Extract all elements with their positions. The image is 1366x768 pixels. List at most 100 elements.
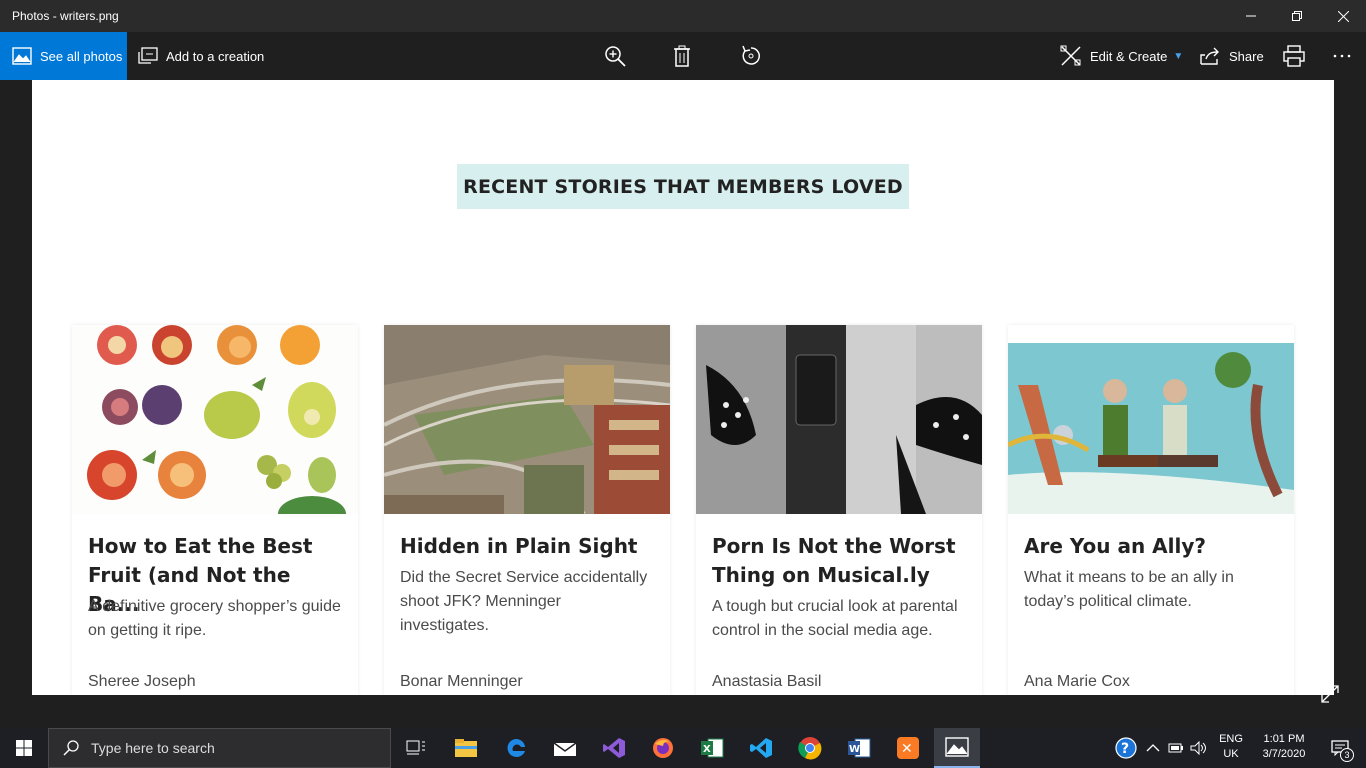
aerial-city-photo xyxy=(384,325,670,514)
taskbar-search-box[interactable]: Type here to search xyxy=(48,728,391,768)
window-title: Photos - writers.png xyxy=(12,9,119,23)
trash-icon xyxy=(674,45,690,67)
story-card: How to Eat the Best Fruit (and Not the B… xyxy=(72,325,358,695)
taskbar-vscode[interactable] xyxy=(738,728,784,768)
share-label: Share xyxy=(1229,48,1264,64)
add-creation-icon xyxy=(138,47,158,64)
clock-date: 3/7/2020 xyxy=(1262,748,1306,760)
taskbar-firefox[interactable] xyxy=(640,728,686,768)
rotate-button[interactable] xyxy=(738,44,764,68)
svg-text:✕: ✕ xyxy=(901,741,913,757)
photos-app-icon xyxy=(945,737,969,757)
minimize-icon xyxy=(1246,15,1256,17)
taskbar: Type here to search X W ✕ ? ENG UK 1:01 … xyxy=(0,728,1366,768)
battery-icon[interactable] xyxy=(1168,742,1184,754)
story-card: Hidden in Plain Sight Did the Secret Ser… xyxy=(384,325,670,695)
story-description: A definitive grocery shopper’s guide on … xyxy=(88,598,341,639)
zoom-in-icon xyxy=(605,46,626,67)
svg-text:W: W xyxy=(849,744,860,755)
see-all-photos-label: See all photos xyxy=(40,48,123,64)
story-author[interactable]: Sheree Joseph xyxy=(88,673,196,691)
word-icon: W xyxy=(848,738,871,758)
close-button[interactable] xyxy=(1320,0,1366,32)
taskbar-excel[interactable]: X xyxy=(689,728,735,768)
taskbar-chrome[interactable] xyxy=(787,728,833,768)
title-bar: Photos - writers.png xyxy=(0,0,1366,32)
print-button[interactable] xyxy=(1281,44,1307,68)
system-tray: ? xyxy=(1114,728,1208,768)
fullscreen-button[interactable] xyxy=(1320,684,1340,704)
taskbar-mail[interactable] xyxy=(542,728,588,768)
chevron-up-icon[interactable] xyxy=(1146,743,1160,753)
story-author[interactable]: Bonar Menninger xyxy=(400,673,523,691)
xampp-icon: ✕ xyxy=(897,737,919,759)
story-card: Are You an Ally? What it means to be an … xyxy=(1008,325,1294,695)
notification-badge: 3 xyxy=(1340,748,1354,762)
share-button[interactable]: Share xyxy=(1199,32,1264,80)
add-to-creation-label: Add to a creation xyxy=(166,48,265,64)
window-controls xyxy=(1228,0,1366,32)
rotate-icon xyxy=(742,45,760,65)
task-view-button[interactable] xyxy=(393,728,439,768)
story-description: What it means to be an ally in today’s p… xyxy=(1024,569,1234,610)
expand-icon xyxy=(1321,685,1339,703)
taskbar-xampp[interactable]: ✕ xyxy=(885,728,931,768)
help-icon[interactable]: ? xyxy=(1114,736,1138,760)
clock[interactable]: 1:01 PM 3/7/2020 xyxy=(1255,732,1313,762)
photo-gallery-icon xyxy=(12,47,32,65)
mail-icon xyxy=(553,742,577,756)
action-center-button[interactable]: 3 xyxy=(1320,728,1360,768)
close-icon xyxy=(1337,10,1349,22)
edge-icon xyxy=(507,738,525,757)
story-description: A tough but crucial look at parental con… xyxy=(712,598,958,639)
language-region: UK xyxy=(1223,748,1239,760)
taskbar-file-explorer[interactable] xyxy=(443,728,489,768)
edit-create-label: Edit & Create xyxy=(1090,48,1168,64)
folder-icon xyxy=(455,739,477,757)
story-title[interactable]: Porn Is Not the Worst Thing on Musical.l… xyxy=(712,532,972,590)
ally-illustration xyxy=(1008,325,1294,514)
more-icon xyxy=(1333,54,1351,58)
volume-icon[interactable] xyxy=(1190,741,1208,755)
add-to-creation-button[interactable]: Add to a creation xyxy=(138,32,264,80)
story-author[interactable]: Ana Marie Cox xyxy=(1024,673,1130,691)
black-white-photo xyxy=(696,325,982,514)
search-icon xyxy=(63,740,79,756)
fruit-illustration xyxy=(72,325,358,514)
taskbar-visual-studio[interactable] xyxy=(591,728,637,768)
restore-icon xyxy=(1292,11,1302,21)
taskbar-word[interactable]: W xyxy=(836,728,882,768)
taskbar-edge[interactable] xyxy=(493,728,539,768)
zoom-in-button[interactable] xyxy=(602,44,628,68)
taskbar-photos[interactable] xyxy=(934,728,980,768)
see-all-photos-button[interactable]: See all photos xyxy=(0,32,127,80)
svg-text:?: ? xyxy=(1121,741,1129,757)
task-view-icon xyxy=(406,740,425,755)
svg-text:X: X xyxy=(703,744,711,755)
print-icon xyxy=(1283,45,1305,67)
vscode-icon xyxy=(750,738,772,758)
edit-create-icon xyxy=(1060,45,1081,66)
edit-create-button[interactable]: Edit & Create ▼ xyxy=(1060,32,1183,80)
more-options-button[interactable] xyxy=(1329,44,1355,68)
stories-banner: RECENT STORIES THAT MEMBERS LOVED xyxy=(457,164,909,209)
language-code: ENG xyxy=(1219,733,1243,745)
start-button[interactable] xyxy=(0,728,48,768)
chrome-icon xyxy=(798,737,822,760)
clock-time: 1:01 PM xyxy=(1263,733,1305,745)
windows-logo-icon xyxy=(16,740,32,756)
language-indicator[interactable]: ENG UK xyxy=(1218,732,1244,762)
photos-toolbar: See all photos Add to a creation Edit & … xyxy=(0,32,1366,80)
chevron-down-icon: ▼ xyxy=(1173,50,1184,62)
photo-canvas[interactable]: RECENT STORIES THAT MEMBERS LOVED How to… xyxy=(32,80,1334,695)
firefox-icon xyxy=(653,738,673,758)
story-description: Did the Secret Service accidentally shoo… xyxy=(400,569,648,634)
story-author[interactable]: Anastasia Basil xyxy=(712,673,821,691)
restore-button[interactable] xyxy=(1274,0,1320,32)
share-icon xyxy=(1200,47,1219,65)
search-placeholder: Type here to search xyxy=(91,740,215,756)
story-title[interactable]: Hidden in Plain Sight xyxy=(400,532,660,561)
story-title[interactable]: Are You an Ally? xyxy=(1024,532,1284,561)
delete-button[interactable] xyxy=(669,44,695,68)
minimize-button[interactable] xyxy=(1228,0,1274,32)
